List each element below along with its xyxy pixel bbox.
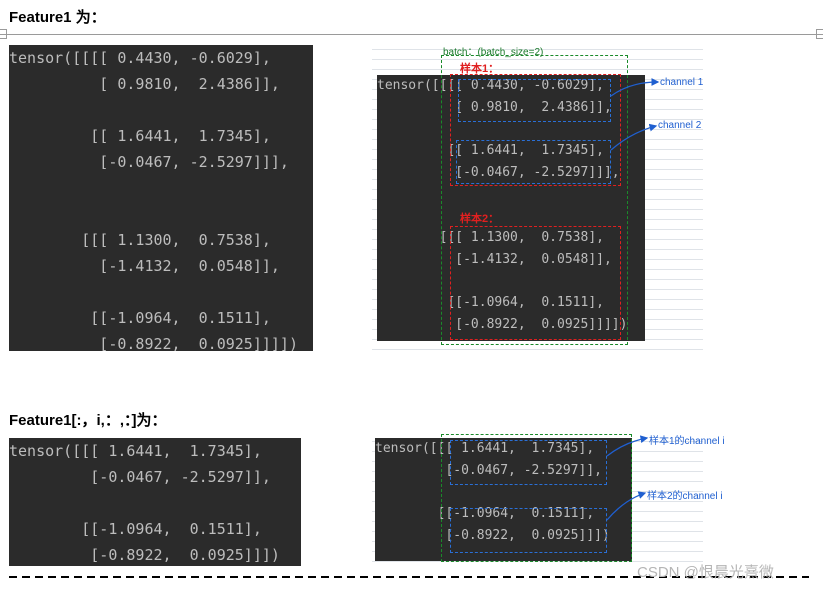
- arrow-channel1: [610, 78, 660, 97]
- annotation-arrows: [606, 78, 660, 521]
- arrow-sample2-channel: [606, 491, 647, 521]
- arrow-sample1-channel: [606, 435, 649, 457]
- arrow-channel2: [610, 123, 658, 151]
- watermark: CSDN @恨晨光熹微: [637, 564, 774, 581]
